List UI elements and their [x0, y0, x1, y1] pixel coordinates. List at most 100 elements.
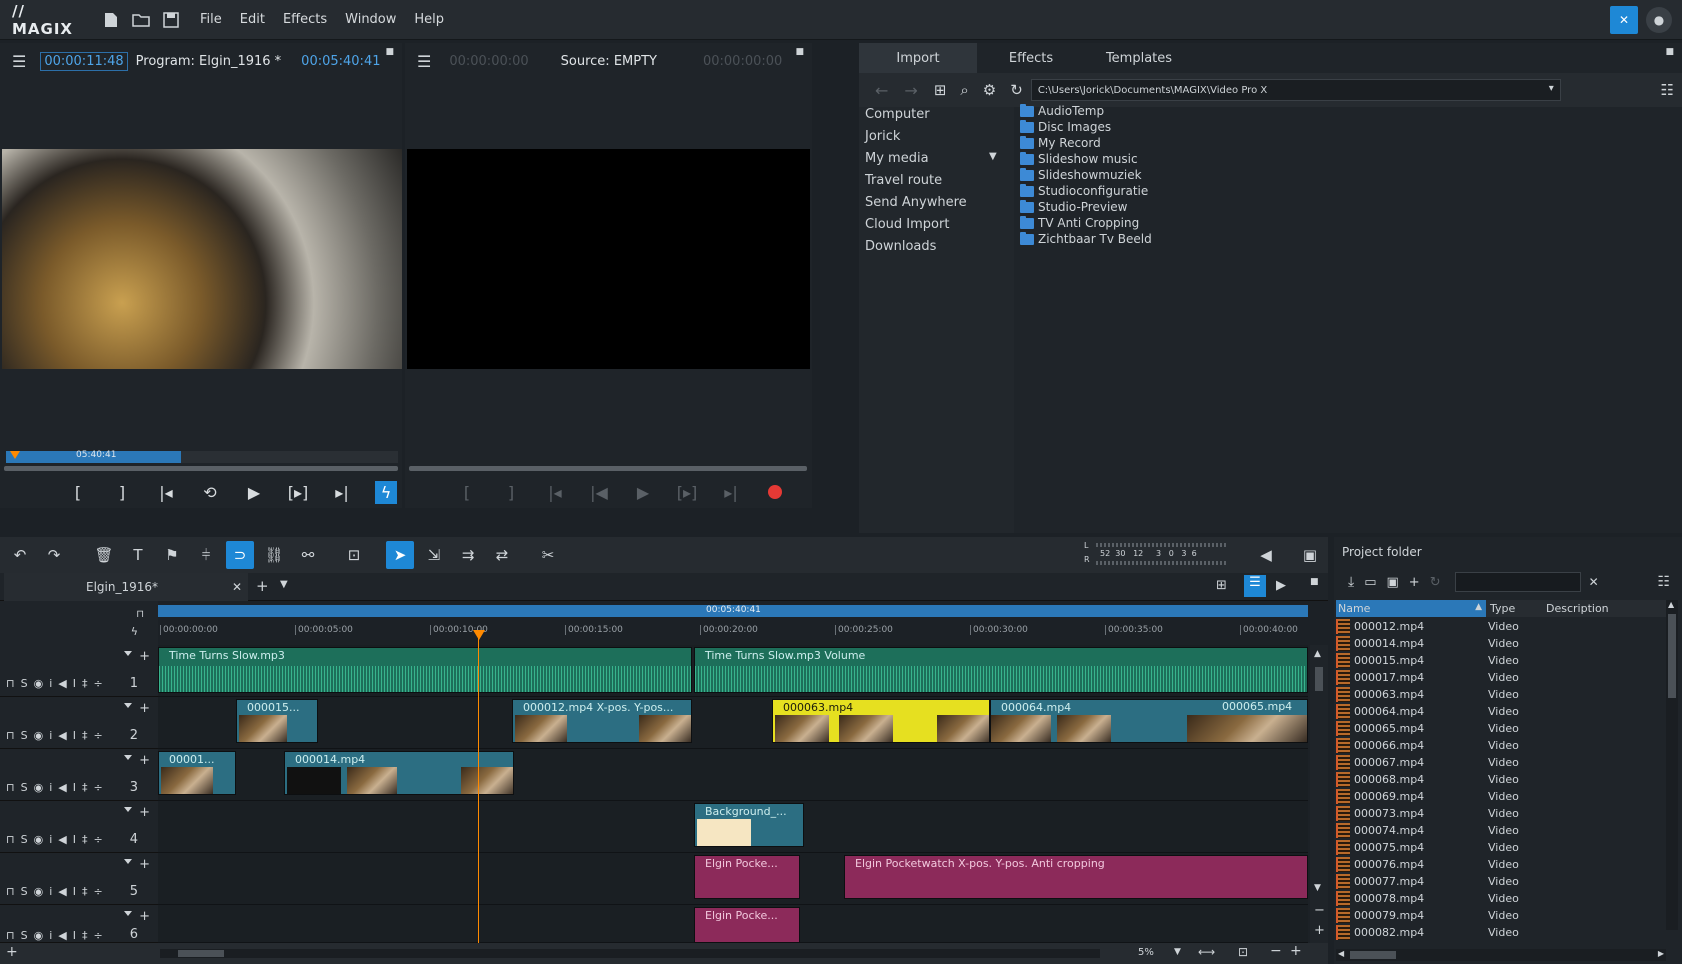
- settings-icon[interactable]: ●: [1646, 7, 1672, 33]
- view-toggle-icon[interactable]: ☷: [1657, 574, 1670, 590]
- import-icon[interactable]: ⤓: [1348, 574, 1354, 590]
- tab-templates[interactable]: Templates: [1085, 43, 1193, 73]
- marker-icon[interactable]: ⚑: [158, 541, 186, 569]
- nav-send-anywhere[interactable]: Send Anywhere: [865, 195, 967, 210]
- audio-clip[interactable]: Time Turns Slow.mp3: [158, 647, 692, 693]
- mark-out-icon[interactable]: ]: [489, 483, 533, 502]
- mark-in-icon[interactable]: [: [445, 483, 489, 502]
- table-row[interactable]: 000078.mp4 Video: [1336, 890, 1666, 907]
- next-marker-icon[interactable]: ▸|: [320, 483, 364, 502]
- playhead-handle[interactable]: [473, 630, 485, 640]
- delete-icon[interactable]: 🗑: [90, 541, 118, 569]
- lock-icon[interactable]: ⊓: [6, 781, 15, 794]
- chevron-down-icon[interactable]: ▼: [280, 579, 288, 590]
- solo-button[interactable]: S: [21, 885, 28, 898]
- table-row[interactable]: 000079.mp4 Video: [1336, 907, 1666, 924]
- chevron-down-icon[interactable]: [124, 807, 132, 812]
- info-icon[interactable]: i: [49, 929, 52, 942]
- nav-cloud-import[interactable]: Cloud Import: [865, 217, 949, 232]
- more-icon[interactable]: ÷: [93, 781, 102, 794]
- eye-icon[interactable]: ◉: [34, 781, 44, 794]
- chevron-down-icon[interactable]: [124, 859, 132, 864]
- pointer-icon[interactable]: ➤: [386, 541, 414, 569]
- fx-icon[interactable]: I: [73, 833, 76, 846]
- column-type[interactable]: Type: [1490, 602, 1515, 615]
- pan-icon[interactable]: ‡: [82, 833, 88, 846]
- more-icon[interactable]: ÷: [93, 729, 102, 742]
- add-icon[interactable]: +: [139, 753, 150, 768]
- refresh-icon[interactable]: ↻: [1010, 81, 1023, 99]
- play-range-icon[interactable]: [▸]: [665, 483, 709, 502]
- record-icon[interactable]: [753, 485, 797, 499]
- unlink-icon[interactable]: ⚯: [294, 541, 322, 569]
- folder-item[interactable]: Studioconfiguratie: [1020, 183, 1148, 199]
- folder-item[interactable]: Disc Images: [1020, 119, 1111, 135]
- save-icon[interactable]: ▣: [1387, 575, 1399, 590]
- table-row[interactable]: 000064.mp4 Video: [1336, 703, 1666, 720]
- redo-icon[interactable]: ↷: [40, 541, 68, 569]
- add-track-icon[interactable]: +: [6, 944, 18, 960]
- info-icon[interactable]: i: [49, 677, 52, 690]
- lock-icon[interactable]: ⊓: [6, 729, 15, 742]
- volume-icon[interactable]: ◀: [1252, 541, 1280, 569]
- pan-icon[interactable]: ‡: [82, 677, 88, 690]
- column-description[interactable]: Description: [1546, 602, 1609, 615]
- title-icon[interactable]: T: [124, 541, 152, 569]
- zoom-out-icon[interactable]: −: [1270, 943, 1282, 959]
- table-row[interactable]: 000014.mp4 Video: [1336, 635, 1666, 652]
- range-bar[interactable]: 00:05:40:41: [158, 605, 1308, 617]
- scroll-left-icon[interactable]: ◀: [1338, 949, 1344, 958]
- video-clip[interactable]: Background_...: [694, 803, 804, 847]
- lock-icon[interactable]: ⊓: [6, 677, 15, 690]
- next-marker-icon[interactable]: ▸|: [709, 483, 753, 502]
- pan-icon[interactable]: ‡: [82, 729, 88, 742]
- nav-my-media[interactable]: My media: [865, 151, 929, 166]
- pan-icon[interactable]: ‡: [82, 929, 88, 942]
- fx-icon[interactable]: I: [73, 729, 76, 742]
- solo-button[interactable]: S: [21, 677, 28, 690]
- info-icon[interactable]: i: [49, 885, 52, 898]
- menu-file[interactable]: File: [200, 12, 222, 27]
- scroll-down-icon[interactable]: ▼: [1314, 883, 1321, 893]
- chevron-down-icon[interactable]: [124, 755, 132, 760]
- menu-help[interactable]: Help: [414, 12, 444, 27]
- eye-icon[interactable]: ◉: [34, 833, 44, 846]
- video-clip[interactable]: 000012.mp4 X-pos. Y-pos...: [512, 699, 692, 743]
- open-folder-icon[interactable]: [130, 9, 152, 31]
- tab-effects[interactable]: Effects: [977, 43, 1085, 73]
- lock-icon[interactable]: ⊓: [6, 833, 15, 846]
- volume-icon[interactable]: ◀: [58, 929, 66, 942]
- fit-width-icon[interactable]: ⟷: [1198, 945, 1215, 959]
- slip-tool-icon[interactable]: ⇄: [488, 541, 516, 569]
- tab-import[interactable]: Import: [859, 43, 977, 73]
- pan-icon[interactable]: ‡: [82, 781, 88, 794]
- solo-button[interactable]: S: [21, 781, 28, 794]
- mark-out-icon[interactable]: ]: [100, 483, 144, 502]
- chevron-down-icon[interactable]: [124, 651, 132, 656]
- auto-icon[interactable]: ϟ: [131, 625, 138, 638]
- open-folder-icon[interactable]: ▭: [1364, 575, 1376, 590]
- title-clip[interactable]: Elgin Pocketwatch X-pos. Y-pos. Anti cro…: [844, 855, 1308, 899]
- volume-icon[interactable]: ◀: [58, 885, 66, 898]
- add-tab-icon[interactable]: +: [256, 577, 269, 595]
- close-icon[interactable]: ✕: [232, 580, 242, 594]
- back-icon[interactable]: ←: [875, 81, 888, 100]
- menu-icon[interactable]: ☰: [12, 52, 26, 71]
- timeline-hscroll[interactable]: [160, 949, 1100, 958]
- volume-icon[interactable]: ◀: [58, 781, 66, 794]
- scroll-up-icon[interactable]: ▲: [1668, 600, 1674, 609]
- folder-item[interactable]: Slideshowmuziek: [1020, 167, 1142, 183]
- eye-icon[interactable]: ◉: [34, 885, 44, 898]
- project-vscroll[interactable]: ▲: [1666, 600, 1678, 930]
- info-icon[interactable]: i: [49, 781, 52, 794]
- snap-icon[interactable]: ⊃: [226, 541, 254, 569]
- workspace-icon[interactable]: ✕: [1610, 6, 1638, 34]
- folder-item[interactable]: TV Anti Cropping: [1020, 215, 1139, 231]
- chevron-down-icon[interactable]: ▾: [1549, 83, 1554, 94]
- solo-button[interactable]: S: [21, 833, 28, 846]
- table-row[interactable]: 000073.mp4 Video: [1336, 805, 1666, 822]
- column-name[interactable]: Name ▲: [1336, 600, 1486, 617]
- chevron-down-icon[interactable]: [124, 911, 132, 916]
- nav-travel-route[interactable]: Travel route: [865, 173, 942, 188]
- folder-item[interactable]: Zichtbaar Tv Beeld: [1020, 231, 1152, 247]
